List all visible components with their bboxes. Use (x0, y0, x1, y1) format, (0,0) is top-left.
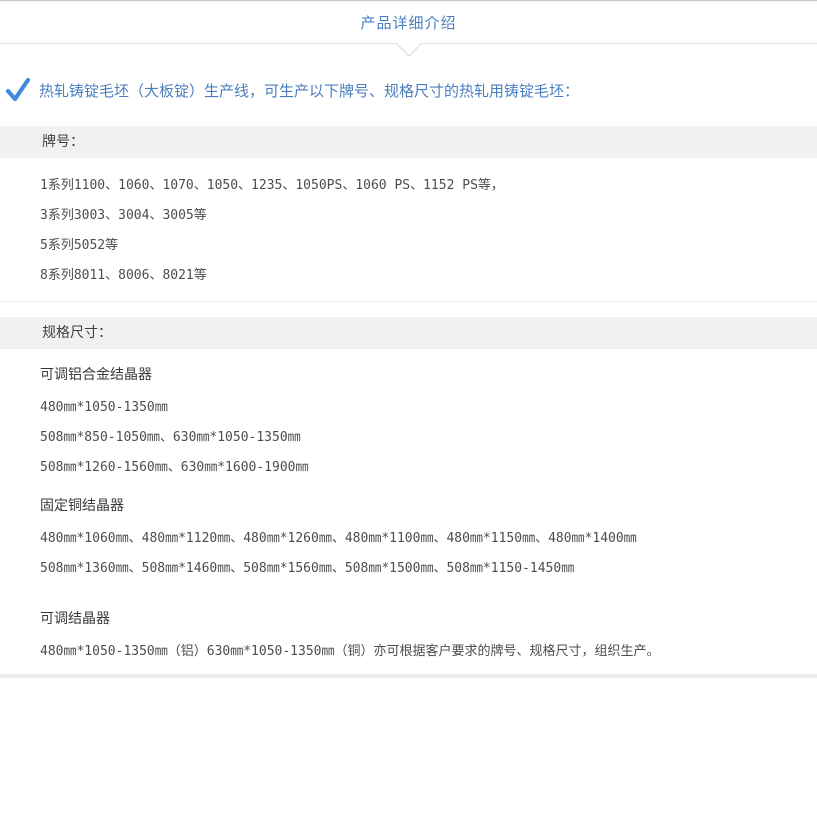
page-header: 产品详细介绍 (0, 2, 817, 44)
spec-line: 508㎜*1360㎜、508㎜*1460㎜、508㎜*1560㎜、508㎜*15… (40, 554, 817, 584)
bottom-divider (0, 674, 817, 678)
spec-line: 508㎜*1260-1560㎜、630㎜*1600-1900㎜ (40, 453, 817, 483)
spec-line: 480㎜*1060㎜、480㎜*1120㎜、480㎜*1260㎜、480㎜*11… (40, 524, 817, 554)
spec-line: 508㎜*850-1050㎜、630㎜*1050-1350㎜ (40, 423, 817, 453)
spec-group-heading-adjustable-aluminum: 可调铝合金结晶器 (40, 365, 817, 385)
spec-group-lines: 480㎜*1060㎜、480㎜*1120㎜、480㎜*1260㎜、480㎜*11… (40, 516, 817, 584)
spec-group-lines: 480㎜*1050-1350㎜ 508㎜*850-1050㎜、630㎜*1050… (40, 385, 817, 483)
grades-section-label: 牌号： (42, 134, 84, 150)
section-bar-grades: 牌号： (0, 126, 817, 158)
spec-group-heading-fixed-copper: 固定铜结晶器 (40, 496, 817, 516)
intro-text: 热轧铸锭毛坯（大板锭）生产线，可生产以下牌号、规格尺寸的热轧用铸锭毛坯： (39, 80, 579, 101)
spec-content: 可调铝合金结晶器 480㎜*1050-1350㎜ 508㎜*850-1050㎜、… (0, 365, 817, 667)
spec-line: 480㎜*1050-1350㎜ (40, 393, 817, 423)
grade-line: 5系列5052等 (40, 231, 817, 261)
specs-section-label: 规格尺寸： (42, 325, 112, 341)
intro-banner: 热轧铸锭毛坯（大板锭）生产线，可生产以下牌号、规格尺寸的热轧用铸锭毛坯： (0, 76, 817, 104)
section-divider (0, 301, 817, 302)
grade-line: 8系列8011、8006、8021等 (40, 261, 817, 291)
grade-line: 3系列3003、3004、3005等 (40, 201, 817, 231)
section-bar-specs: 规格尺寸： (0, 317, 817, 349)
spec-group-heading-adjustable: 可调结晶器 (40, 609, 817, 629)
spec-group-lines: 480㎜*1050-1350㎜（铝）630㎜*1050-1350㎜（铜）亦可根据… (40, 629, 817, 667)
grade-list: 1系列1100、1060、1070、1050、1235、1050PS、1060 … (0, 158, 817, 291)
spec-line: 480㎜*1050-1350㎜（铝）630㎜*1050-1350㎜（铜）亦可根据… (40, 637, 817, 667)
grade-line: 1系列1100、1060、1070、1050、1235、1050PS、1060 … (40, 171, 817, 201)
check-icon (5, 77, 31, 103)
